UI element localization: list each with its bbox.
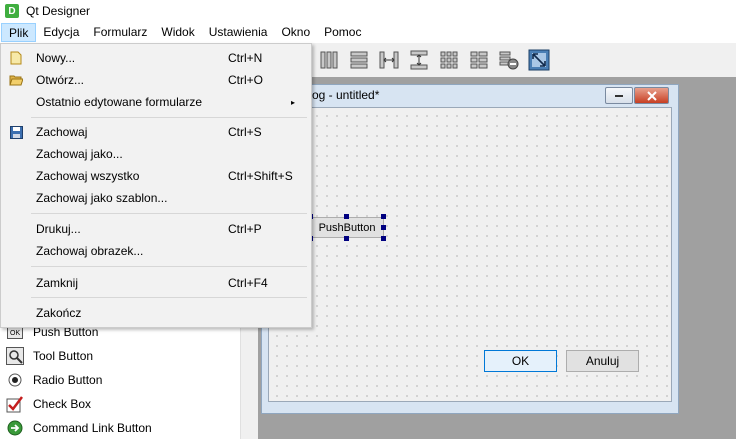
layout-vertical-icon[interactable] — [346, 47, 372, 73]
qt-designer-app-icon: D — [5, 4, 19, 18]
widget-box-item-check-box[interactable]: Check Box — [6, 393, 91, 415]
cancel-button[interactable]: Anuluj — [566, 350, 639, 372]
svg-text:OK: OK — [10, 330, 20, 337]
window-title: Qt Designer — [26, 4, 91, 18]
layout-form-icon[interactable] — [466, 47, 492, 73]
selection-handle[interactable] — [381, 214, 386, 219]
menu-item-zachowaj-szablon[interactable]: Zachowaj jako szablon... — [1, 187, 311, 209]
close-button[interactable] — [634, 87, 669, 104]
close-icon — [646, 90, 657, 101]
menu-separator — [31, 117, 307, 118]
menu-pomoc[interactable]: Pomoc — [317, 23, 368, 42]
form-push-button[interactable]: PushButton — [310, 217, 384, 238]
selection-handle[interactable] — [381, 236, 386, 241]
menu-item-otworz[interactable]: Otwórz... Ctrl+O — [1, 69, 311, 91]
menu-item-zakoncz[interactable]: Zakończ — [1, 302, 311, 324]
check-box-icon — [6, 395, 24, 413]
layout-grid-icon[interactable] — [436, 47, 462, 73]
save-disk-icon — [9, 125, 23, 139]
menu-item-shortcut: Ctrl+F4 — [228, 276, 268, 290]
title-bar: D Qt Designer — [0, 0, 736, 22]
widget-box-item-tool-button[interactable]: Tool Button — [6, 345, 93, 367]
submenu-arrow-icon: ▸ — [291, 97, 296, 107]
command-link-icon — [6, 419, 24, 437]
menu-okno[interactable]: Okno — [274, 23, 317, 42]
menu-bar: Plik Edycja Formularz Widok Ustawienia O… — [0, 22, 736, 43]
minimize-icon — [615, 94, 623, 97]
widget-box-item-label: Tool Button — [33, 349, 94, 363]
file-menu-dropdown: Nowy... Ctrl+N Otwórz... Ctrl+O Ostatnio… — [0, 43, 312, 328]
menu-item-label: Zamknij — [36, 276, 79, 290]
open-folder-icon — [9, 73, 23, 87]
widget-box-item-command-link[interactable]: Command Link Button — [6, 417, 152, 439]
widget-box-item-label: Command Link Button — [33, 421, 152, 435]
menu-item-zamknij[interactable]: Zamknij Ctrl+F4 — [1, 272, 311, 294]
selection-handle[interactable] — [344, 214, 349, 219]
split-horizontal-icon[interactable] — [376, 47, 402, 73]
selection-handle[interactable] — [381, 225, 386, 230]
layout-toolbar — [312, 43, 736, 77]
widget-box-item-label: Check Box — [33, 397, 92, 411]
menu-item-label: Zakończ — [36, 306, 82, 320]
menu-item-zachowaj-obrazek[interactable]: Zachowaj obrazek... — [1, 240, 311, 262]
menu-item-zachowaj[interactable]: Zachowaj Ctrl+S — [1, 121, 311, 143]
menu-ustawienia[interactable]: Ustawienia — [202, 23, 275, 42]
menu-item-nowy[interactable]: Nowy... Ctrl+N — [1, 47, 311, 69]
widget-box-item-label: Radio Button — [33, 373, 103, 387]
menu-item-label: Zachowaj jako szablon... — [36, 191, 168, 205]
menu-item-shortcut: Ctrl+S — [228, 125, 262, 139]
menu-plik[interactable]: Plik — [1, 23, 37, 42]
menu-item-label: Zachowaj obrazek... — [36, 244, 144, 258]
ok-button[interactable]: OK — [484, 350, 557, 372]
new-file-icon — [9, 51, 23, 65]
menu-item-label: Ostatnio edytowane formularze — [36, 95, 203, 109]
split-vertical-icon[interactable] — [406, 47, 432, 73]
menu-item-label: Otwórz... — [36, 73, 85, 87]
menu-item-ostatnio[interactable]: Ostatnio edytowane formularze ▸ — [1, 91, 311, 113]
form-window-title: og - untitled* — [312, 88, 380, 102]
radio-button-icon — [6, 371, 24, 389]
menu-widok[interactable]: Widok — [154, 23, 201, 42]
menu-item-label: Drukuj... — [36, 222, 81, 236]
minimize-button[interactable] — [605, 87, 633, 104]
menu-separator — [31, 266, 307, 267]
layout-horizontal-icon[interactable] — [316, 47, 342, 73]
menu-item-zachowaj-wszystko[interactable]: Zachowaj wszystko Ctrl+Shift+S — [1, 165, 311, 187]
menu-formularz[interactable]: Formularz — [86, 23, 154, 42]
menu-separator — [31, 297, 307, 298]
menu-separator — [31, 213, 307, 214]
menu-edycja[interactable]: Edycja — [36, 23, 86, 42]
menu-item-shortcut: Ctrl+O — [228, 73, 264, 87]
menu-item-shortcut: Ctrl+P — [228, 222, 262, 236]
menu-item-drukuj[interactable]: Drukuj... Ctrl+P — [1, 218, 311, 240]
menu-item-shortcut: Ctrl+N — [228, 51, 263, 65]
menu-item-label: Zachowaj wszystko — [36, 169, 140, 183]
menu-item-zachowaj-jako[interactable]: Zachowaj jako... — [1, 143, 311, 165]
selection-handle[interactable] — [344, 236, 349, 241]
break-layout-icon[interactable] — [496, 47, 522, 73]
menu-item-label: Zachowaj — [36, 125, 88, 139]
menu-item-shortcut: Ctrl+Shift+S — [228, 169, 293, 183]
tool-button-icon — [6, 347, 24, 365]
menu-item-label: Zachowaj jako... — [36, 147, 123, 161]
widget-box-item-radio-button[interactable]: Radio Button — [6, 369, 102, 391]
menu-item-label: Nowy... — [36, 51, 76, 65]
adjust-size-icon[interactable] — [526, 47, 552, 73]
